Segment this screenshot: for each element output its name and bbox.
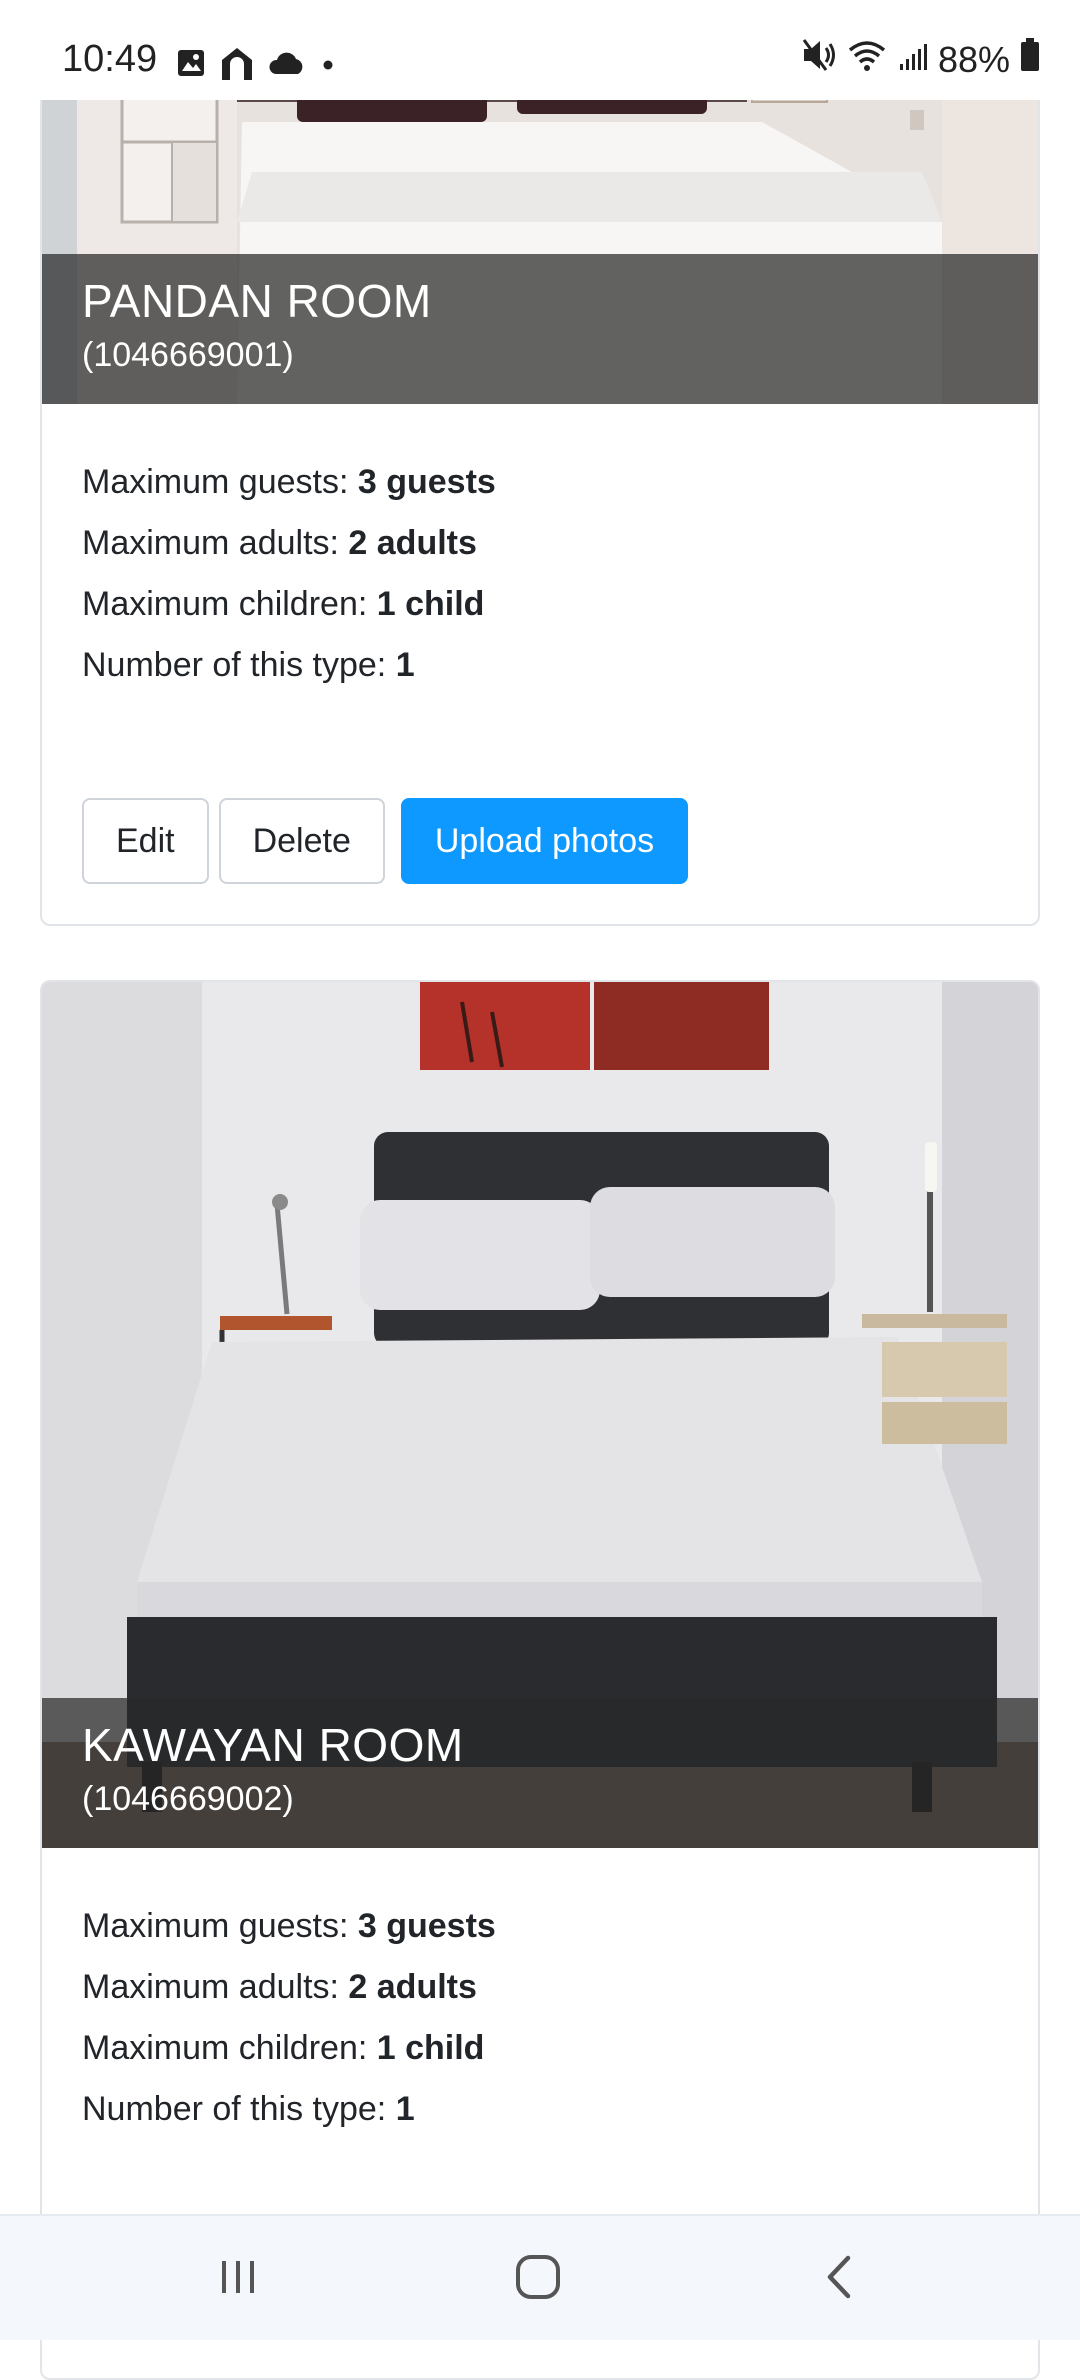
- dot-icon: [318, 53, 338, 78]
- room-count-row: Number of this type: 1: [82, 2079, 998, 2140]
- max-adults-label: Maximum adults:: [82, 524, 349, 562]
- home-nav-button[interactable]: [458, 2216, 618, 2342]
- photo-caption: KAWAYAN ROOM (1046669002): [42, 1698, 1038, 1848]
- room-card: KAWAYAN ROOM (1046669002) Maximum guests…: [40, 980, 1040, 2380]
- photo-caption: PANDAN ROOM (1046669001): [42, 254, 1038, 404]
- max-adults-value: 2 adults: [348, 1968, 477, 2006]
- max-children-row: Maximum children: 1 child: [82, 574, 998, 635]
- max-adults-row: Maximum adults: 2 adults: [82, 513, 998, 574]
- max-guests-value: 3 guests: [357, 463, 496, 501]
- back-nav-button[interactable]: [760, 2216, 920, 2342]
- status-left-icons: [176, 44, 338, 87]
- room-details: Maximum guests: 3 guests Maximum adults:…: [42, 404, 1038, 696]
- max-adults-value: 2 adults: [348, 524, 477, 562]
- room-name: KAWAYAN ROOM: [82, 1719, 464, 1771]
- cloud-icon: [268, 50, 306, 81]
- max-adults-label: Maximum adults:: [82, 1968, 349, 2006]
- room-count-label: Number of this type:: [82, 646, 396, 684]
- room-name: PANDAN ROOM: [82, 275, 432, 327]
- edit-button[interactable]: Edit: [82, 798, 209, 884]
- delete-button[interactable]: Delete: [218, 798, 385, 884]
- card-actions: Edit Delete Upload photos: [82, 798, 689, 884]
- battery-icon: [1020, 38, 1040, 81]
- battery-percent: 88%: [937, 38, 1010, 80]
- signal-icon: [898, 39, 928, 81]
- max-guests-row: Maximum guests: 3 guests: [82, 1896, 998, 1957]
- room-photo: PANDAN ROOM (1046669001): [42, 62, 1038, 404]
- room-count-value: 1: [395, 2090, 415, 2128]
- max-guests-row: Maximum guests: 3 guests: [82, 452, 998, 513]
- wifi-icon: [848, 38, 888, 81]
- system-nav-bar: [0, 2214, 1080, 2340]
- home-icon: [218, 44, 256, 87]
- home-button-icon: [513, 2252, 563, 2307]
- max-adults-row: Maximum adults: 2 adults: [82, 1957, 998, 2018]
- max-children-value: 1 child: [376, 2029, 485, 2067]
- room-id: (1046669002): [82, 1780, 294, 1818]
- max-guests-value: 3 guests: [357, 1907, 496, 1945]
- back-icon: [818, 2252, 862, 2307]
- mute-icon: [802, 38, 838, 81]
- max-guests-label: Maximum guests:: [82, 463, 358, 501]
- max-children-value: 1 child: [376, 585, 485, 623]
- status-time: 10:49: [62, 38, 158, 80]
- max-children-row: Maximum children: 1 child: [82, 2018, 998, 2079]
- recent-apps-button[interactable]: [158, 2216, 318, 2342]
- room-count-row: Number of this type: 1: [82, 635, 998, 696]
- room-photo: KAWAYAN ROOM (1046669002): [42, 982, 1038, 1848]
- room-count-value: 1: [395, 646, 415, 684]
- room-card: PANDAN ROOM (1046669001) Maximum guests:…: [40, 60, 1040, 926]
- room-count-label: Number of this type:: [82, 2090, 396, 2128]
- gallery-icon: [176, 48, 206, 83]
- room-details: Maximum guests: 3 guests Maximum adults:…: [42, 1848, 1038, 2140]
- max-children-label: Maximum children:: [82, 2029, 377, 2067]
- recent-apps-icon: [216, 2255, 260, 2304]
- status-bar: 10:49 88%: [0, 0, 1080, 100]
- max-guests-label: Maximum guests:: [82, 1907, 358, 1945]
- max-children-label: Maximum children:: [82, 585, 377, 623]
- room-id: (1046669001): [82, 336, 294, 374]
- upload-photos-button[interactable]: Upload photos: [400, 798, 689, 884]
- status-right: 88%: [802, 38, 1040, 81]
